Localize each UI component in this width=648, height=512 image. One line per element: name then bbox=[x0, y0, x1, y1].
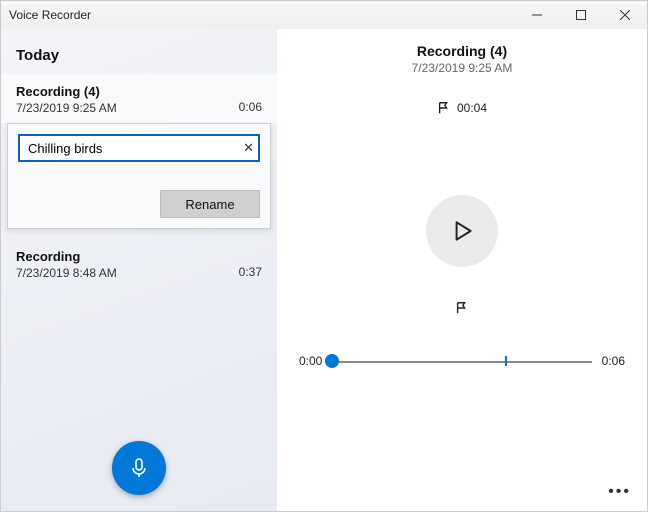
clear-input-icon[interactable]: ✕ bbox=[243, 140, 254, 156]
duration-label: 0:06 bbox=[602, 354, 625, 368]
seek-slider[interactable] bbox=[332, 354, 591, 368]
rename-panel: ✕ Rename bbox=[7, 123, 271, 229]
seek-marker-tick bbox=[505, 356, 507, 366]
rename-input-wrap: ✕ bbox=[18, 134, 260, 162]
recordings-sidebar: Today Recording (4) 7/23/2019 9:25 AM 0:… bbox=[1, 29, 277, 511]
flag-icon bbox=[437, 101, 451, 115]
rename-input[interactable] bbox=[18, 134, 260, 162]
rename-button[interactable]: Rename bbox=[160, 190, 260, 218]
section-header-today: Today bbox=[1, 29, 277, 74]
maximize-button[interactable] bbox=[559, 1, 603, 29]
recording-list-item[interactable]: Recording (4) 7/23/2019 9:25 AM 0:06 bbox=[1, 74, 277, 123]
play-icon bbox=[449, 218, 475, 244]
position-label: 0:00 bbox=[299, 354, 322, 368]
recording-title: Recording (4) bbox=[16, 84, 262, 99]
seek-thumb[interactable] bbox=[325, 354, 339, 368]
player-subtitle: 7/23/2019 9:25 AM bbox=[412, 61, 513, 75]
recording-title: Recording bbox=[16, 249, 262, 264]
flag-icon bbox=[455, 301, 469, 315]
record-button[interactable] bbox=[112, 441, 166, 495]
microphone-icon bbox=[127, 456, 151, 480]
content: Today Recording (4) 7/23/2019 9:25 AM 0:… bbox=[1, 29, 647, 511]
marker-indicator[interactable]: 00:04 bbox=[437, 101, 487, 115]
recording-list-item[interactable]: Recording 7/23/2019 8:48 AM 0:37 bbox=[1, 239, 277, 288]
marker-time: 00:04 bbox=[457, 101, 487, 115]
seek-row: 0:00 0:06 bbox=[277, 354, 647, 368]
player-panel: Recording (4) 7/23/2019 9:25 AM 00:04 0:… bbox=[277, 29, 647, 511]
recording-duration: 0:06 bbox=[239, 100, 262, 114]
minimize-button[interactable] bbox=[515, 1, 559, 29]
seek-track bbox=[332, 361, 591, 363]
titlebar: Voice Recorder bbox=[1, 1, 647, 29]
recording-timestamp: 7/23/2019 8:48 AM bbox=[16, 266, 262, 280]
close-button[interactable] bbox=[603, 1, 647, 29]
app-title: Voice Recorder bbox=[9, 8, 91, 22]
window-controls bbox=[515, 1, 647, 29]
add-marker-button[interactable] bbox=[455, 301, 469, 320]
recording-timestamp: 7/23/2019 9:25 AM bbox=[16, 101, 262, 115]
play-button[interactable] bbox=[426, 195, 498, 267]
player-title: Recording (4) bbox=[417, 43, 507, 59]
recording-duration: 0:37 bbox=[239, 265, 262, 279]
more-options-button[interactable]: ••• bbox=[608, 483, 631, 501]
